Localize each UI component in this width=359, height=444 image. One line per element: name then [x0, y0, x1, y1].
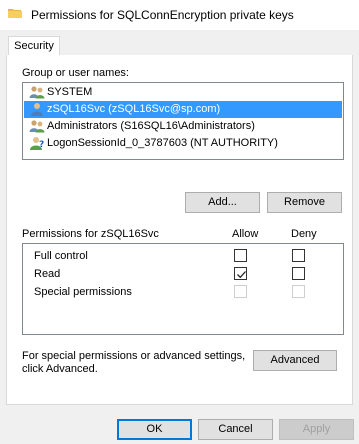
add-button[interactable]: Add... — [185, 192, 260, 213]
user-name: Administrators (S16SQL16\Administrators) — [47, 120, 255, 132]
advanced-text-line1: For special permissions or advanced sett… — [22, 350, 246, 362]
advanced-text-line2: click Advanced. — [22, 363, 98, 375]
permissions-list: Full control Read Special permissions — [22, 243, 344, 335]
users-icon — [29, 85, 45, 99]
apply-button[interactable]: Apply — [279, 419, 354, 440]
cancel-button[interactable]: Cancel — [198, 419, 273, 440]
allow-read-checkbox[interactable] — [234, 267, 247, 280]
users-icon — [29, 119, 45, 133]
list-item-administrators[interactable]: Administrators (S16SQL16\Administrators) — [24, 118, 342, 135]
perm-name: Read — [34, 268, 61, 280]
folder-icon — [8, 8, 22, 19]
group-label: Group or user names: — [22, 67, 129, 79]
deny-header: Deny — [291, 228, 317, 240]
allow-full-control-checkbox[interactable] — [234, 249, 247, 262]
user-name: SYSTEM — [47, 86, 93, 98]
allow-header: Allow — [232, 228, 259, 240]
user-list[interactable]: SYSTEM zSQL16Svc (zSQL16Svc@sp.com) Admi… — [22, 82, 344, 160]
tab-security[interactable]: Security — [8, 36, 60, 56]
advanced-button[interactable]: Advanced — [253, 350, 337, 371]
user-name: zSQL16Svc (zSQL16Svc@sp.com) — [47, 103, 221, 115]
list-item-logonsession[interactable]: ? LogonSessionId_0_3787603 (NT AUTHORITY… — [24, 135, 342, 152]
remove-button[interactable]: Remove — [267, 192, 342, 213]
ok-button[interactable]: OK — [117, 419, 192, 440]
perm-name: Special permissions — [34, 286, 132, 298]
title-bar: Permissions for SQLConnEncryption privat… — [0, 0, 359, 30]
permissions-label: Permissions for zSQL16Svc — [22, 228, 159, 240]
perm-row-read: Read — [23, 265, 343, 283]
perm-row-full-control: Full control — [23, 247, 343, 265]
window-title: Permissions for SQLConnEncryption privat… — [31, 8, 294, 22]
deny-read-checkbox[interactable] — [292, 267, 305, 280]
list-item-zsql16svc[interactable]: zSQL16Svc (zSQL16Svc@sp.com) — [24, 101, 342, 118]
perm-row-special: Special permissions — [23, 283, 343, 301]
perm-name: Full control — [34, 250, 88, 262]
deny-full-control-checkbox[interactable] — [292, 249, 305, 262]
user-name: LogonSessionId_0_3787603 (NT AUTHORITY) — [47, 137, 278, 149]
checkmark-icon — [237, 271, 246, 279]
unknown-user-icon: ? — [29, 136, 45, 150]
list-item-system[interactable]: SYSTEM — [24, 84, 342, 101]
svg-text:?: ? — [39, 140, 44, 150]
deny-special-checkbox — [292, 285, 305, 298]
user-icon — [29, 102, 45, 116]
allow-special-checkbox — [234, 285, 247, 298]
